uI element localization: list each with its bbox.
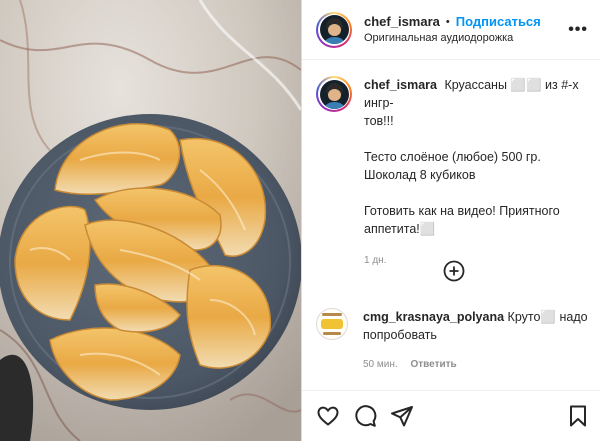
author-username-link[interactable]: chef_ismara — [364, 14, 440, 30]
caption-line-4: Шоколад 8 кубиков — [364, 168, 476, 182]
caption-username-link[interactable]: chef_ismara — [364, 78, 437, 92]
caption-line-2: тов!!! — [364, 114, 394, 128]
caption-author-avatar[interactable] — [316, 76, 352, 112]
post-header: chef_ismara • Подписаться Оригинальная а… — [302, 0, 600, 60]
post-window: chef_ismara • Подписаться Оригинальная а… — [0, 0, 600, 441]
action-bar — [302, 390, 600, 441]
plus-circle-icon[interactable] — [443, 260, 465, 282]
comment-item: cmg_krasnaya_polyana Круто⬜ надо попробо… — [316, 308, 591, 374]
post-side-panel: chef_ismara • Подписаться Оригинальная а… — [301, 0, 600, 441]
comment-text-line-1: Круто⬜ надо — [507, 310, 588, 324]
author-avatar[interactable] — [316, 11, 352, 48]
caption-text: chef_ismara Круассаны ⬜⬜ из #-х ингр- то… — [364, 76, 582, 270]
commenter-username-link[interactable]: cmg_krasnaya_polyana — [363, 310, 504, 324]
more-options-icon[interactable]: ••• — [568, 21, 588, 39]
comment-timestamp[interactable]: 50 мин. — [363, 359, 398, 370]
comment-icon[interactable] — [353, 404, 377, 428]
caption-line-6: аппетита!⬜ — [364, 222, 436, 236]
follow-button[interactable]: Подписаться — [456, 14, 541, 30]
audio-track-link[interactable]: Оригинальная аудиодорожка — [364, 30, 568, 46]
caption-timestamp[interactable]: 1 дн. — [364, 252, 582, 270]
reply-button[interactable]: Ответить — [410, 359, 456, 370]
heart-icon[interactable] — [316, 404, 340, 428]
caption-line-5: Готовить как на видео! Приятного — [364, 204, 560, 218]
share-icon[interactable] — [390, 404, 414, 428]
caption-block: chef_ismara Круассаны ⬜⬜ из #-х ингр- то… — [302, 60, 600, 270]
post-media-image[interactable] — [0, 0, 301, 441]
caption-line-3: Тесто слоёное (любое) 500 гр. — [364, 150, 541, 164]
comment-body: cmg_krasnaya_polyana Круто⬜ надо попробо… — [363, 308, 588, 374]
comment-text-line-2: попробовать — [363, 328, 437, 342]
header-meta: chef_ismara • Подписаться Оригинальная а… — [364, 14, 568, 46]
separator-dot: • — [445, 15, 450, 28]
croissants-photo — [0, 0, 301, 441]
bookmark-icon[interactable] — [566, 404, 590, 428]
commenter-avatar[interactable] — [316, 308, 348, 340]
